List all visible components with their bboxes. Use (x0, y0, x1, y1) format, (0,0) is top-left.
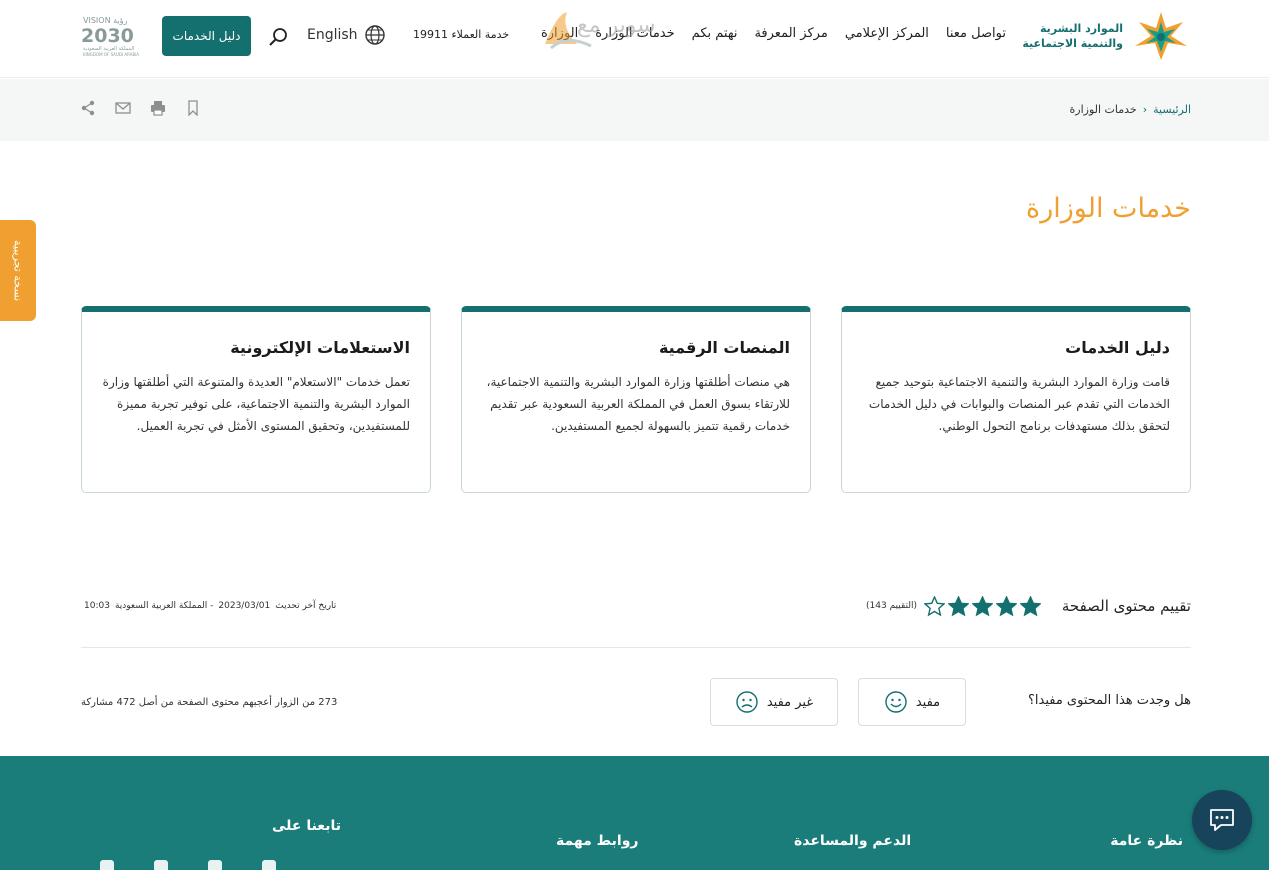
useful-label: مفيد (915, 694, 941, 710)
chat-icon (1210, 809, 1234, 831)
breadcrumb-home[interactable]: الرئيسية (1153, 103, 1191, 116)
feedback-question: هل وجدت هذا المحتوى مفيدا؟ (1028, 693, 1191, 708)
section-divider (81, 647, 1191, 648)
not-useful-label: غير مفيد (766, 694, 814, 710)
watermark-text: سوبر مع (577, 13, 656, 38)
card-title: دليل الخدمات (1065, 338, 1170, 357)
nav-item-media[interactable]: المركز الإعلامي (845, 26, 929, 41)
social-links (100, 860, 276, 870)
smile-icon (885, 691, 907, 713)
share-icon[interactable] (80, 100, 96, 116)
beta-version-tab[interactable]: نسخة تجريبية (0, 220, 36, 321)
card-description: هي منصات أطلقتها وزارة الموارد البشرية و… (486, 375, 790, 433)
print-icon[interactable] (150, 100, 166, 116)
social-icon[interactable] (100, 860, 114, 870)
last-updated: تاريخ آخر تحديث 2023/03/01 - المملكة الع… (84, 601, 336, 611)
nav-item-contact[interactable]: تواصل معنا (946, 26, 1006, 41)
logo-line-2: والتنمية الاجتماعية (1022, 37, 1123, 50)
last-updated-date: 2023/03/01 (218, 601, 271, 611)
star-filled-icon[interactable] (948, 596, 969, 617)
card-description: تعمل خدمات "الاستعلام" العديدة والمتنوعة… (102, 375, 410, 433)
social-icon[interactable] (208, 860, 222, 870)
feedback-stats: 273 من الزوار أعجبهم محتوى الصفحة من أصل… (81, 697, 338, 708)
page-tools (80, 100, 201, 116)
footer-links-heading: روابط مهمة (556, 833, 639, 849)
card-services-guide[interactable]: دليل الخدمات قامت وزارة الموارد البشرية … (841, 306, 1191, 493)
ministry-logo[interactable]: الموارد البشرية والتنمية الاجتماعية (1022, 10, 1191, 62)
beta-version-label: نسخة تجريبية (11, 239, 25, 302)
mail-icon[interactable] (115, 100, 131, 116)
site-header: الموارد البشرية والتنمية الاجتماعية الوز… (0, 0, 1269, 78)
frown-icon (736, 691, 758, 713)
card-description: قامت وزارة الموارد البشرية والتنمية الاج… (868, 375, 1170, 433)
rating-count: (التقييم 143) (866, 601, 918, 611)
card-title: الاستعلامات الإلكترونية (230, 338, 410, 357)
rating-stars (924, 596, 1041, 617)
globe-icon (364, 25, 385, 45)
vision-en-text: KINGDOM OF SAUDI ARABIA (83, 52, 139, 57)
breadcrumb-separator: ‹ (1142, 103, 1148, 116)
customer-service-hotline[interactable]: خدمة العملاء 19911 (413, 28, 509, 41)
star-filled-icon[interactable] (972, 596, 993, 617)
footer-overview-heading: نظرة عامة (1110, 833, 1183, 849)
watermark-logo: سوبر مع (545, 12, 656, 50)
site-footer: نظرة عامة الدعم والمساعدة روابط مهمة تاب… (0, 756, 1269, 870)
search-icon[interactable] (268, 26, 290, 48)
services-guide-button[interactable]: دليل الخدمات (162, 16, 251, 56)
ministry-logo-icon (1135, 12, 1187, 60)
card-title: المنصات الرقمية (658, 338, 790, 357)
not-useful-button[interactable]: غير مفيد (710, 678, 838, 726)
card-digital-platforms[interactable]: المنصات الرقمية هي منصات أطلقتها وزارة ا… (461, 306, 811, 493)
logo-line-1: الموارد البشرية (1040, 22, 1123, 35)
footer-support-heading: الدعم والمساعدة (794, 833, 912, 849)
language-switch[interactable]: English (307, 24, 386, 46)
nav-item-knowledge[interactable]: مركز المعرفة (754, 26, 827, 41)
last-updated-label: تاريخ آخر تحديث (275, 601, 337, 611)
last-updated-time: 10:03 (84, 601, 110, 611)
social-icon[interactable] (154, 860, 168, 870)
vision-top-text: VISION رؤية (83, 16, 127, 25)
breadcrumb-current: خدمات الوزارة (1069, 103, 1137, 116)
vision-2030-logo: VISION رؤية 2030 المملكة العربية السعودي… (81, 16, 139, 57)
page-title: خدمات الوزارة (1026, 193, 1191, 224)
rating-label: تقييم محتوى الصفحة (1061, 597, 1191, 615)
star-filled-icon[interactable] (1020, 596, 1041, 617)
footer-follow-heading: تابعنا على (272, 818, 341, 834)
star-empty-icon[interactable] (924, 596, 945, 617)
breadcrumb: الرئيسية ‹ خدمات الوزارة (1070, 103, 1192, 116)
language-label: English (307, 27, 358, 43)
star-filled-icon[interactable] (996, 596, 1017, 617)
card-electronic-inquiries[interactable]: الاستعلامات الإلكترونية تعمل خدمات "الاس… (81, 306, 431, 493)
vision-year-text: 2030 (81, 25, 134, 47)
ministry-logo-text: الموارد البشرية والتنمية الاجتماعية (1022, 21, 1123, 51)
bookmark-icon[interactable] (185, 100, 201, 116)
chat-button[interactable] (1192, 790, 1252, 850)
last-updated-zone: - المملكة العربية السعودية (114, 601, 214, 611)
useful-button[interactable]: مفيد (858, 678, 966, 726)
social-icon[interactable] (262, 860, 276, 870)
